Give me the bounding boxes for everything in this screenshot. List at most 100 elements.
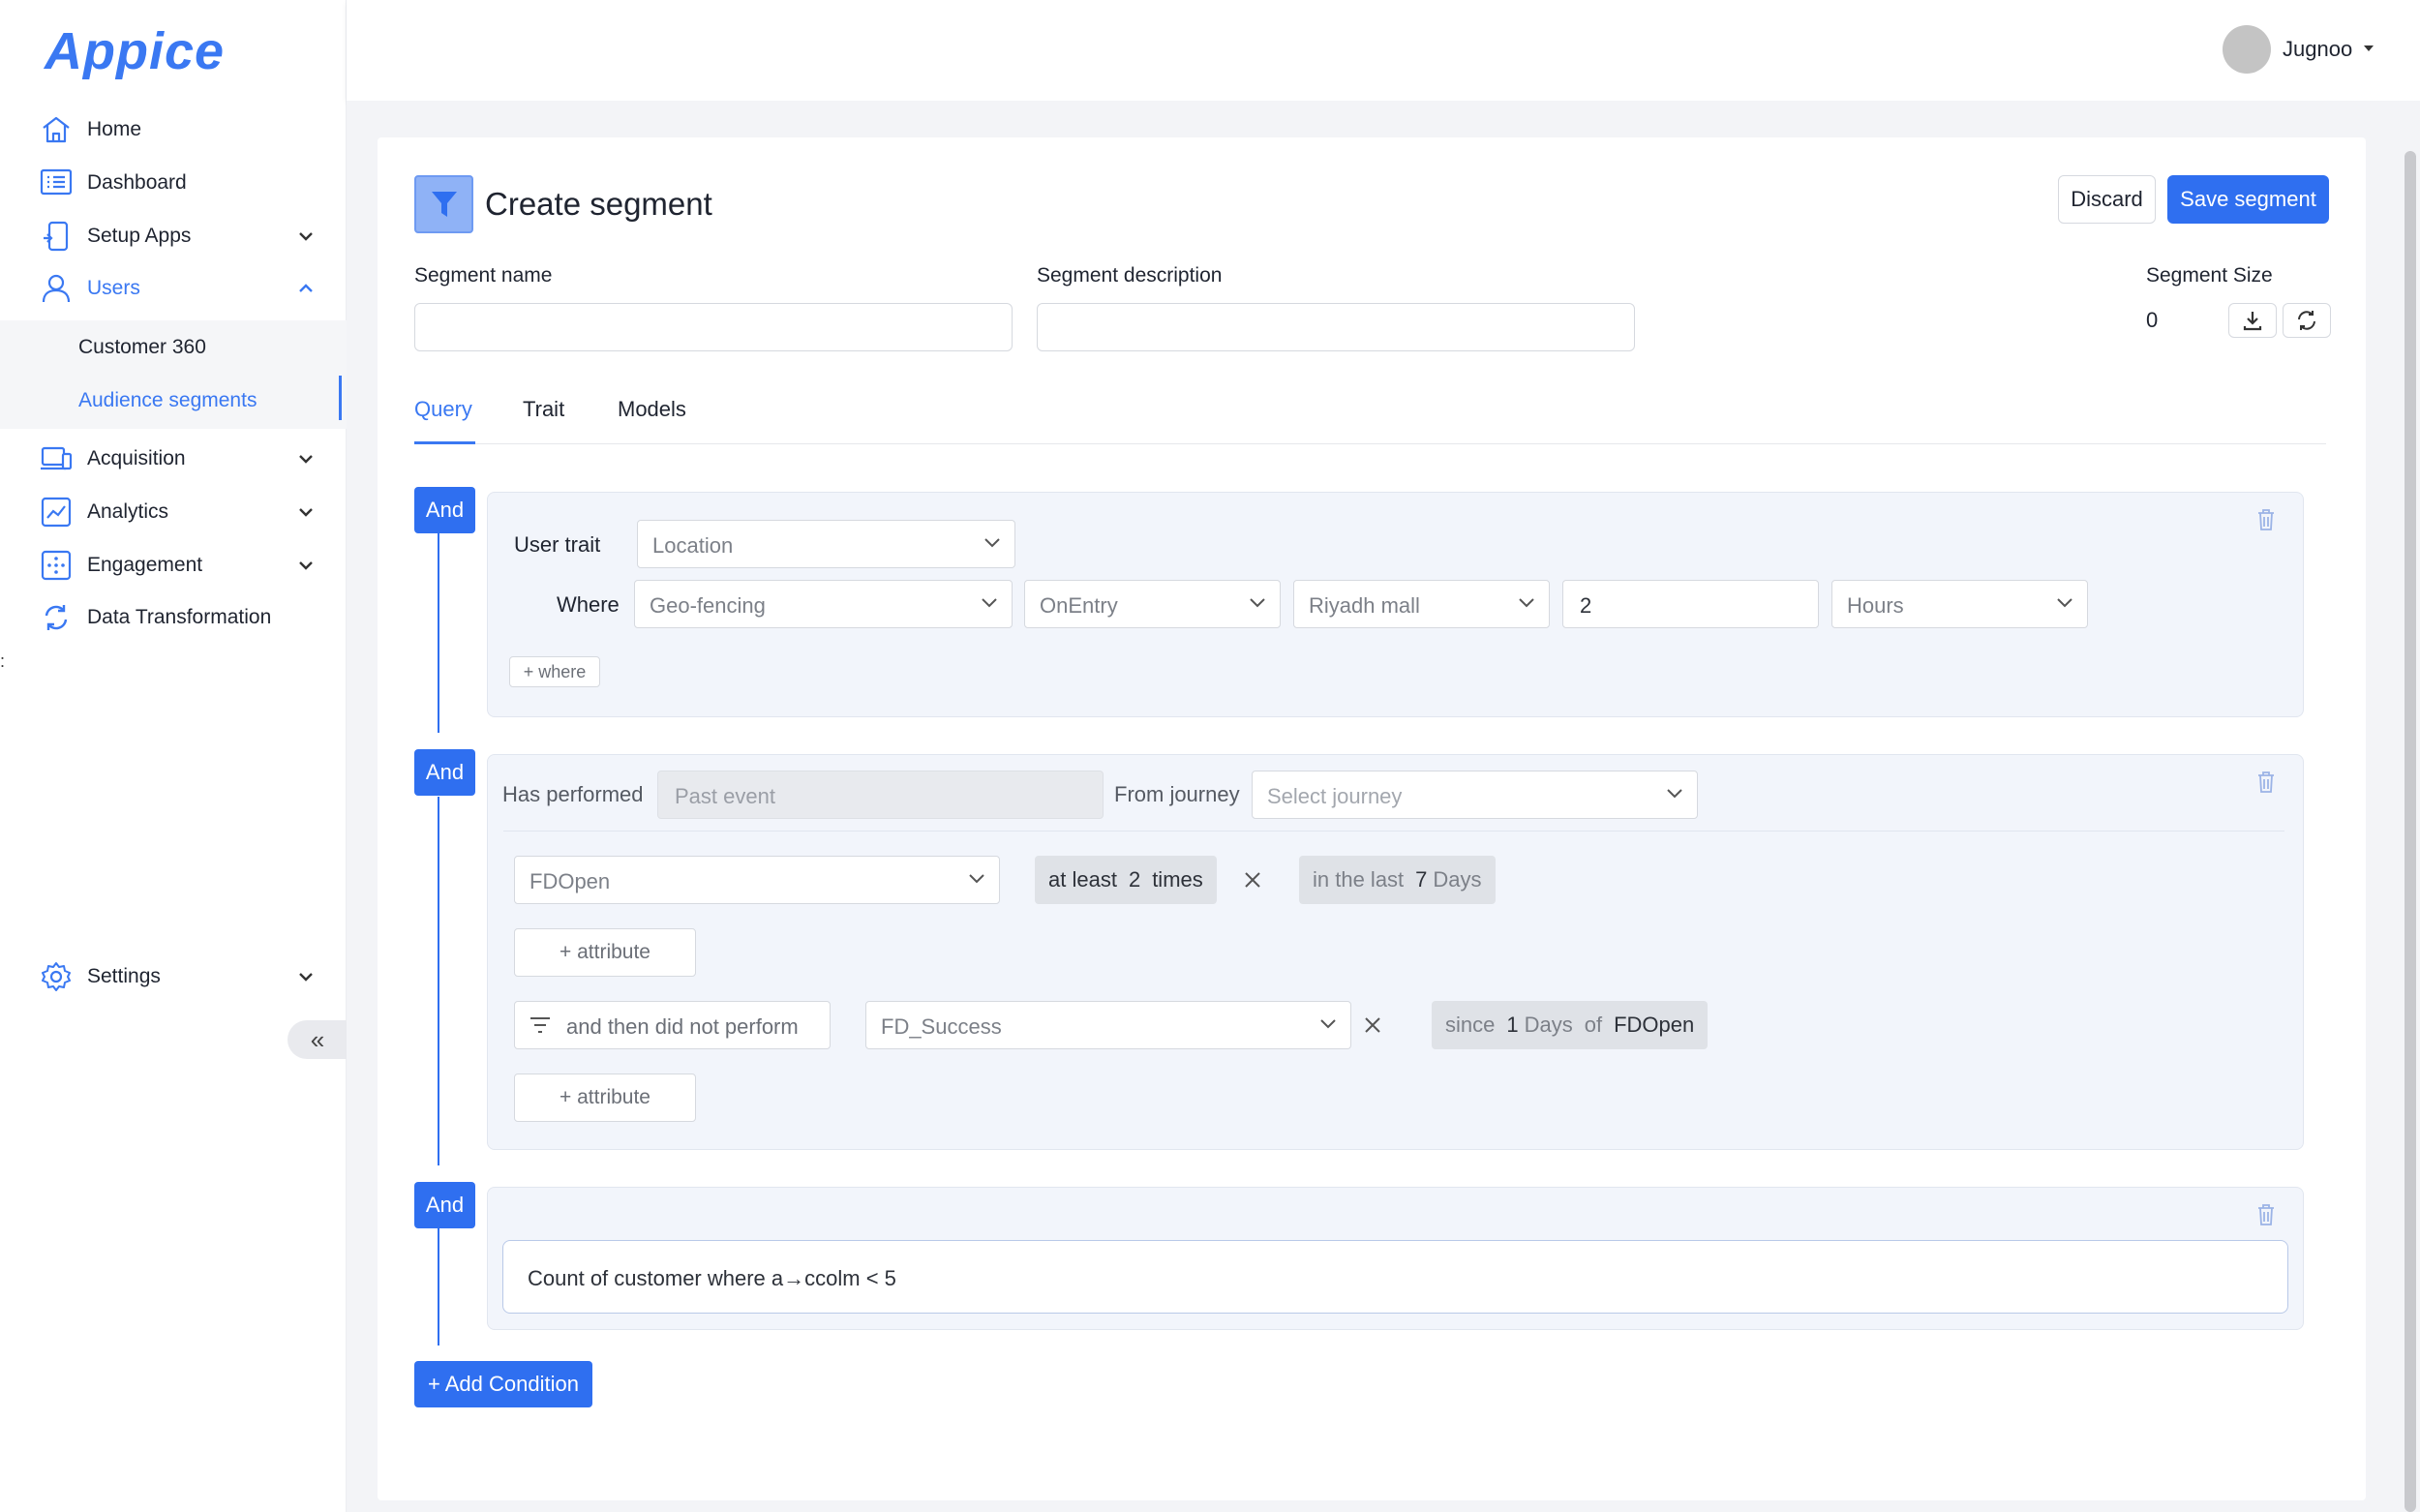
collapse-sidebar-button[interactable]: « (287, 1020, 348, 1059)
refresh-icon (2295, 309, 2318, 332)
sidebar-item-users[interactable]: Users (0, 262, 347, 315)
divider (503, 831, 2284, 832)
frequency-chip[interactable]: at least 2 times (1035, 856, 1217, 904)
sidebar-item-acquisition[interactable]: Acquisition (0, 433, 347, 485)
since-prefix: since (1445, 1013, 1496, 1037)
and-operator-button[interactable]: And (414, 749, 475, 796)
add-condition-button[interactable]: + Add Condition (414, 1361, 592, 1407)
time-window-count: 7 (1415, 867, 1428, 892)
where-place-value: Riyadh mall (1309, 593, 1420, 618)
where-unit-select[interactable]: Hours (1831, 580, 2088, 628)
connector-line (438, 797, 439, 1165)
trash-icon[interactable] (2255, 507, 2277, 532)
and-operator-button[interactable]: And (414, 487, 475, 533)
sidebar: Appice Home Dashboard Setup Apps Users C… (0, 0, 348, 1512)
where-value-input[interactable]: 2 (1562, 580, 1819, 628)
since-chip[interactable]: since 1 Days of FDOpen (1432, 1001, 1709, 1049)
segment-description-input[interactable] (1037, 303, 1635, 351)
event-select[interactable]: FDOpen (514, 856, 1000, 904)
chevron-down-icon (294, 554, 318, 577)
sidebar-item-label: Acquisition (87, 447, 186, 469)
where-place-select[interactable]: Riyadh mall (1293, 580, 1550, 628)
from-journey-label: From journey (1114, 782, 1240, 806)
event2-select-value: FD_Success (881, 1014, 1002, 1039)
data-transformation-icon (39, 602, 74, 633)
refresh-button[interactable] (2283, 303, 2331, 338)
discard-button[interactable]: Discard (2058, 175, 2156, 224)
settings-icon (39, 961, 74, 992)
since-event: FDOpen (1614, 1013, 1695, 1037)
user-name[interactable]: Jugnoo (2283, 37, 2352, 62)
event2-select[interactable]: FD_Success (865, 1001, 1351, 1049)
caret-down-icon[interactable] (2362, 44, 2375, 53)
add-where-button[interactable]: + where (509, 656, 600, 687)
avatar[interactable] (2223, 25, 2271, 74)
sidebar-item-dashboard[interactable]: Dashboard (0, 157, 347, 209)
where-field-select[interactable]: Geo-fencing (634, 580, 1013, 628)
sidebar-item-settings[interactable]: Settings (0, 951, 347, 1003)
tab-models[interactable]: Models (618, 397, 686, 422)
add-attribute-button[interactable]: + attribute (514, 1074, 696, 1122)
home-icon (39, 114, 74, 145)
active-indicator (339, 376, 342, 420)
sidebar-item-engagement[interactable]: Engagement (0, 539, 347, 591)
sidebar-item-setup-apps[interactable]: Setup Apps (0, 210, 347, 262)
sidebar-item-label: Data Transformation (87, 606, 272, 628)
appice-logo[interactable]: Appice (45, 21, 225, 81)
trash-icon[interactable] (2255, 1202, 2277, 1227)
download-button[interactable] (2228, 303, 2277, 338)
user-trait-label: User trait (514, 532, 601, 557)
sidebar-item-label: Engagement (87, 554, 203, 576)
sidebar-subitem-audience-segments[interactable]: Audience segments (78, 389, 257, 412)
tab-query[interactable]: Query (414, 397, 472, 422)
stray-text: : (0, 651, 6, 671)
analytics-icon (39, 497, 74, 528)
where-operator-value: OnEntry (1040, 593, 1118, 618)
then-operator-button[interactable]: and then did not perform (514, 1001, 831, 1049)
connector-line (438, 533, 439, 733)
filter-icon (414, 175, 473, 233)
sidebar-item-home[interactable]: Home (0, 104, 347, 156)
trash-icon[interactable] (2255, 770, 2277, 795)
add-attribute-button[interactable]: + attribute (514, 928, 696, 977)
sidebar-item-data-transformation[interactable]: Data Transformation (0, 591, 347, 644)
page-title: Create segment (485, 186, 712, 222)
time-window-prefix: in the last (1313, 867, 1405, 892)
filter-lines-icon (529, 1015, 552, 1035)
query-expression-input[interactable]: Count of customer where a→ccolm < 5 (502, 1240, 2288, 1314)
where-unit-value: Hours (1847, 593, 1904, 618)
segment-name-input[interactable] (414, 303, 1013, 351)
past-event-placeholder: Past event (675, 784, 775, 808)
scrollbar[interactable] (2405, 151, 2416, 1512)
journey-select-placeholder: Select journey (1267, 784, 1403, 808)
engagement-icon (39, 550, 74, 581)
segment-name-label: Segment name (414, 264, 553, 287)
since-of: of (1584, 1013, 1603, 1037)
sidebar-item-label: Settings (87, 965, 161, 987)
acquisition-icon (39, 443, 74, 474)
journey-select[interactable]: Select journey (1252, 771, 1698, 819)
chevron-down-icon (294, 225, 318, 248)
save-segment-button[interactable]: Save segment (2167, 175, 2329, 224)
and-operator-button[interactable]: And (414, 1182, 475, 1228)
where-label: Where (557, 592, 620, 617)
where-field-value: Geo-fencing (650, 593, 766, 618)
close-icon[interactable] (1361, 1013, 1384, 1037)
chevron-down-icon (294, 447, 318, 470)
sidebar-subitem-customer-360[interactable]: Customer 360 (78, 336, 206, 359)
sidebar-item-analytics[interactable]: Analytics (0, 486, 347, 538)
sidebar-item-label: Users (87, 277, 140, 299)
time-window-chip[interactable]: in the last 7 Days (1299, 856, 1496, 904)
chevron-down-icon (1249, 597, 1266, 609)
segment-size-label: Segment Size (2146, 264, 2273, 287)
tab-divider (414, 443, 2326, 444)
segment-size-value: 0 (2146, 308, 2159, 332)
close-icon[interactable] (1241, 868, 1264, 892)
chevron-down-icon (294, 500, 318, 524)
active-tab-underline (414, 441, 475, 444)
tab-trait[interactable]: Trait (523, 397, 564, 422)
trait-select[interactable]: Location (637, 520, 1015, 568)
chevron-down-icon (983, 537, 1001, 549)
where-operator-select[interactable]: OnEntry (1024, 580, 1281, 628)
users-icon (39, 273, 74, 304)
